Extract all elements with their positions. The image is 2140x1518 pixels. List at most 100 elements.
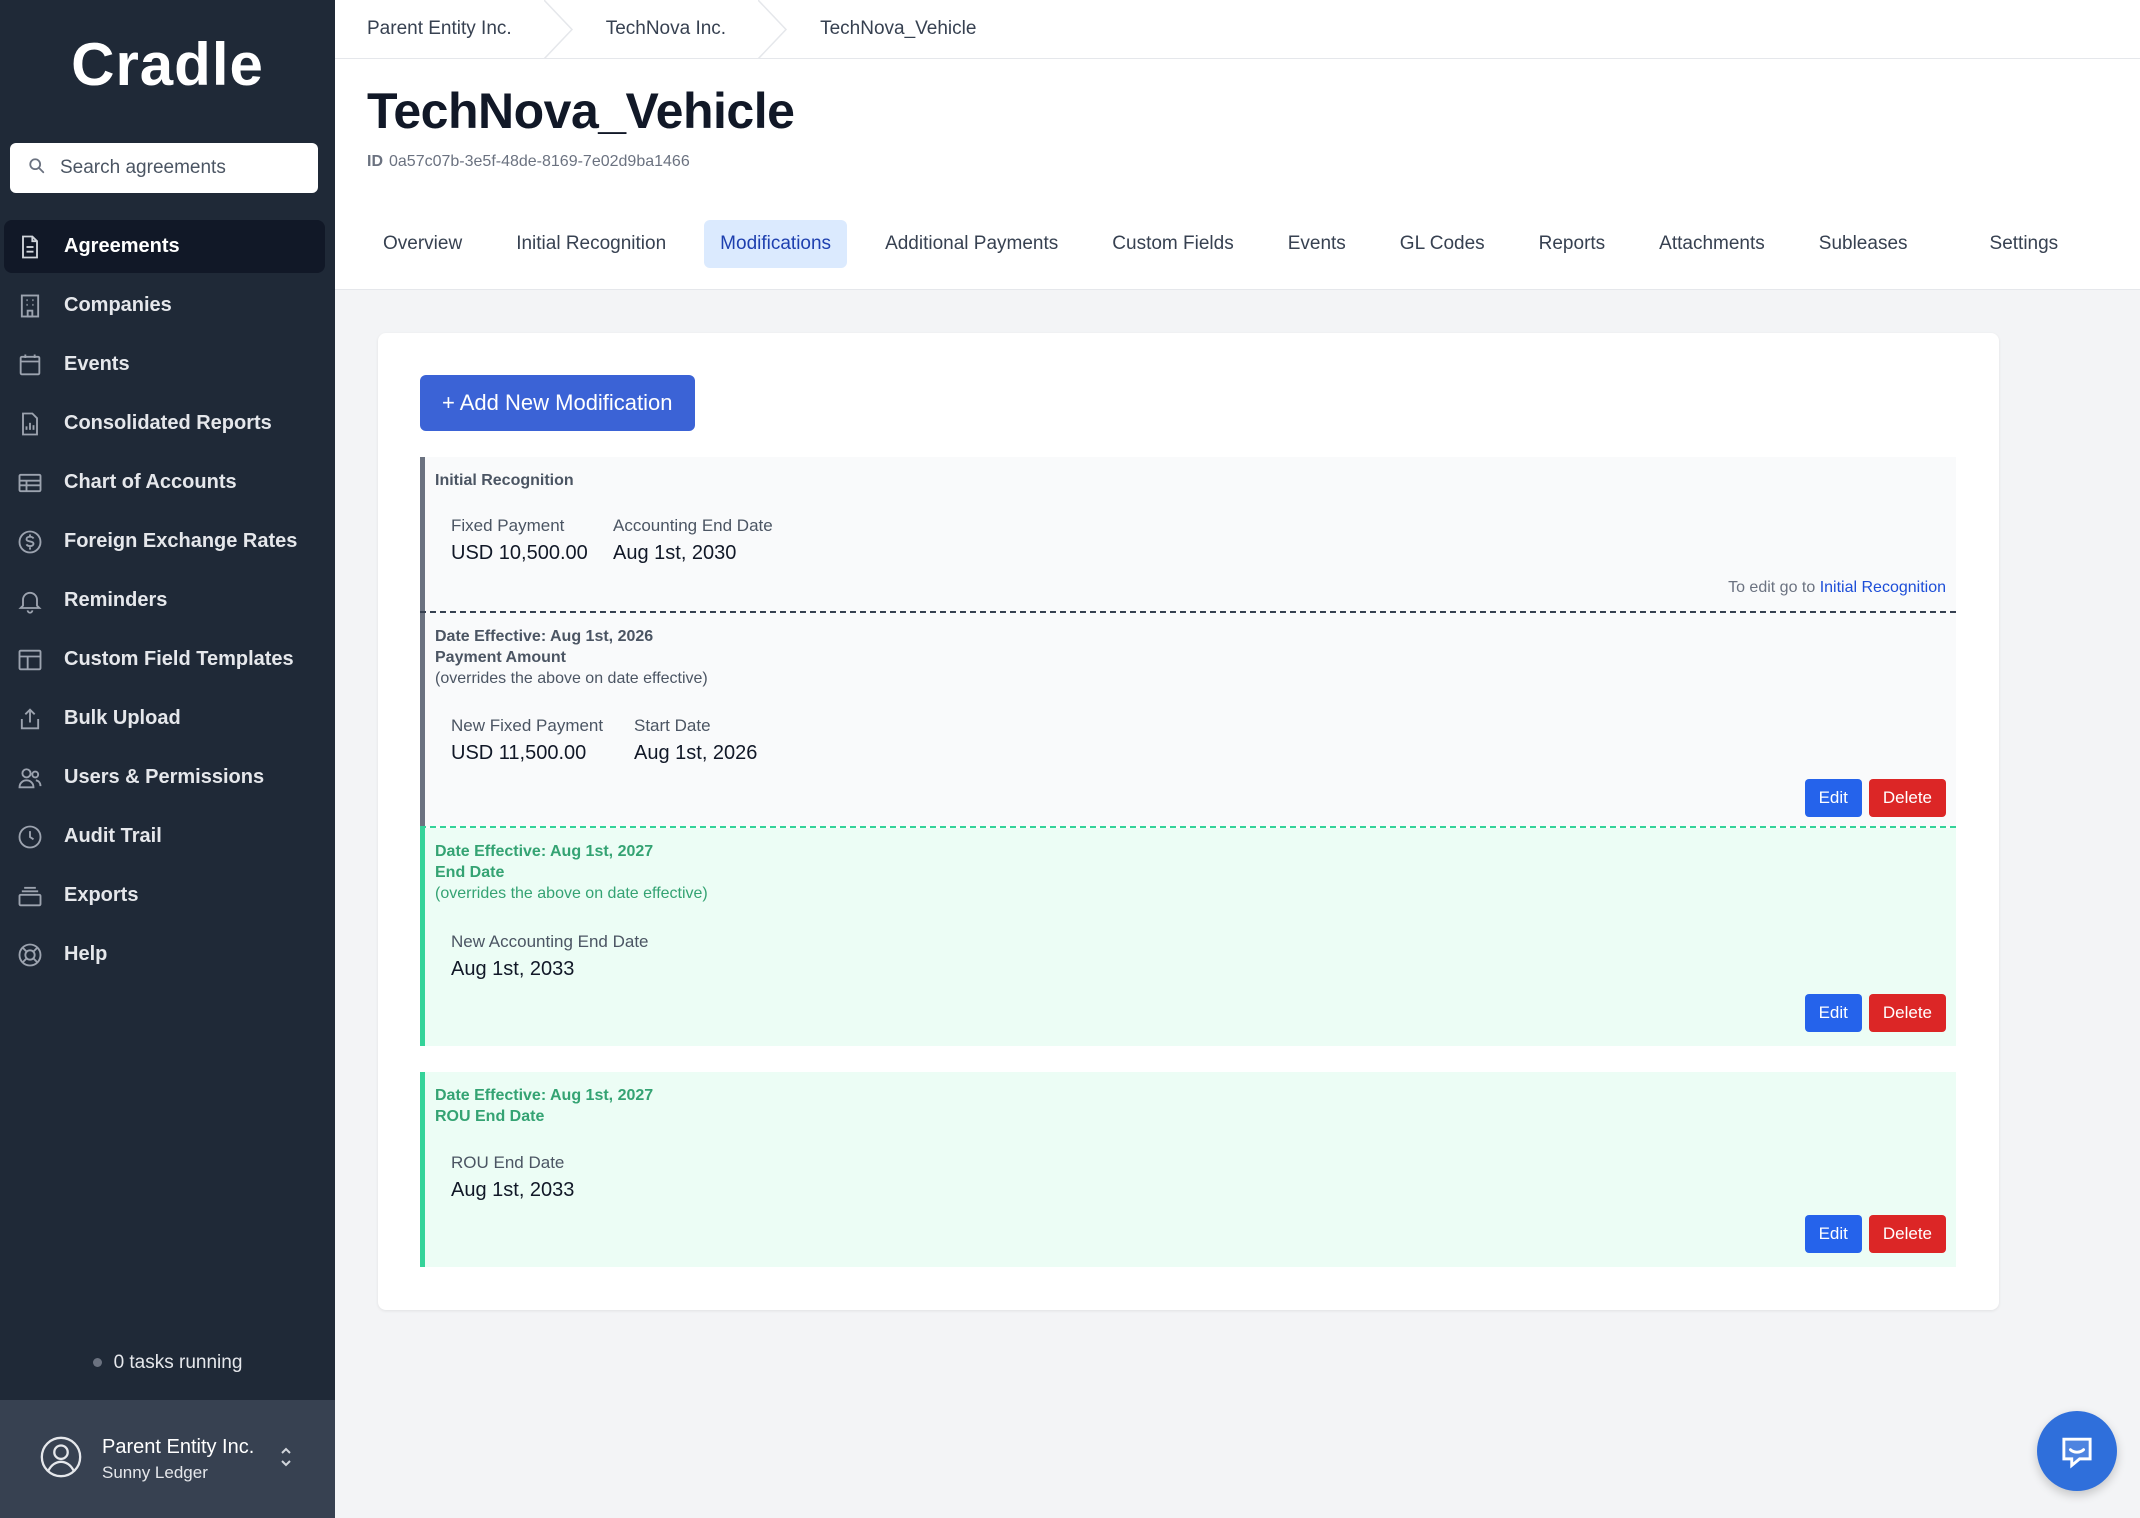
modification-type: Payment Amount [435, 649, 566, 666]
calendar-icon [19, 354, 41, 375]
breadcrumb-item[interactable]: Parent Entity Inc. [335, 0, 544, 59]
add-modification-button[interactable]: + Add New Modification [420, 375, 695, 431]
initial-recognition-link[interactable]: Initial Recognition [1820, 579, 1946, 596]
report-icon [22, 412, 38, 435]
agreement-id: ID 0a57c07b-3e5f-48de-8169-7e02d9ba1466 [367, 153, 690, 171]
sidebar-item-label: Consolidated Reports [64, 412, 272, 434]
user-info: Parent Entity Inc. Sunny Ledger [102, 1436, 254, 1483]
sidebar-item-label: Users & Permissions [64, 766, 265, 788]
sidebar-item-agreements[interactable]: Agreements [4, 220, 325, 273]
tab-additional-payments[interactable]: Additional Payments [869, 220, 1074, 268]
modification-type: End Date [435, 864, 505, 881]
sidebar-item-exports[interactable]: Exports [4, 869, 325, 922]
sidebar-item-label: Custom Field Templates [64, 648, 294, 670]
breadcrumb-separator-icon [758, 0, 788, 59]
note-text: To edit go to [1728, 579, 1816, 596]
row-actions: Edit Delete [1804, 994, 1946, 1032]
id-value: 0a57c07b-3e5f-48de-8169-7e02d9ba1466 [389, 153, 690, 170]
field-label: Accounting End Date [613, 516, 773, 535]
tab-initial-recognition[interactable]: Initial Recognition [500, 220, 682, 268]
override-note: (overrides the above on date effective) [435, 885, 708, 902]
edit-note: To edit go to Initial Recognition [1728, 579, 1946, 597]
tab-gl-codes[interactable]: GL Codes [1384, 220, 1501, 268]
field-value: Aug 1st, 2033 [451, 958, 575, 980]
sidebar-item-label: Bulk Upload [64, 707, 181, 729]
tab-subleases[interactable]: Subleases [1803, 220, 1924, 268]
search-input[interactable] [60, 157, 300, 179]
user-switcher[interactable]: Parent Entity Inc. Sunny Ledger [0, 1400, 335, 1518]
edit-button[interactable]: Edit [1804, 779, 1862, 817]
tab-reports[interactable]: Reports [1523, 220, 1622, 268]
tab-modifications[interactable]: Modifications [704, 220, 848, 268]
sidebar-item-events[interactable]: Events [4, 338, 325, 391]
field-new-accounting-end-date: New Accounting End Date Aug 1st, 2033 [451, 932, 649, 981]
sidebar-item-bulk-upload[interactable]: Bulk Upload [4, 692, 325, 745]
lifebuoy-icon [18, 943, 42, 966]
field-value: Aug 1st, 2030 [613, 542, 737, 564]
sidebar-item-label: Reminders [64, 589, 168, 611]
modification-block: Date Effective: Aug 1st, 2026 Payment Am… [420, 613, 1956, 827]
search-icon [28, 157, 46, 180]
tab-custom-fields[interactable]: Custom Fields [1096, 220, 1249, 268]
block-heading: Date Effective: Aug 1st, 2027 ROU End Da… [435, 1085, 653, 1127]
field-rou-end-date: ROU End Date Aug 1st, 2033 [451, 1153, 574, 1202]
edit-button[interactable]: Edit [1804, 1215, 1862, 1253]
block-heading: Date Effective: Aug 1st, 2027 End Date (… [435, 841, 708, 904]
app-logo[interactable]: Cradle [0, 30, 335, 99]
breadcrumb-item-current[interactable]: TechNova_Vehicle [788, 0, 1008, 59]
sidebar-item-chart-of-accounts[interactable]: Chart of Accounts [4, 456, 325, 509]
block-heading: Date Effective: Aug 1st, 2026 Payment Am… [435, 626, 708, 689]
field-new-fixed-payment: New Fixed Payment USD 11,500.00 [451, 716, 603, 765]
sidebar-item-foreign-exchange-rates[interactable]: Foreign Exchange Rates [4, 515, 325, 568]
initial-recognition-block: Initial Recognition Fixed Payment USD 10… [420, 457, 1956, 612]
sidebar-item-companies[interactable]: Companies [4, 279, 325, 332]
tasks-label: 0 tasks running [113, 1352, 243, 1373]
date-effective: Date Effective: Aug 1st, 2026 [435, 628, 654, 645]
sidebar-item-users-permissions[interactable]: Users & Permissions [4, 751, 325, 804]
field-start-date: Start Date Aug 1st, 2026 [634, 716, 757, 765]
field-value: USD 10,500.00 [451, 542, 588, 564]
field-label: New Fixed Payment [451, 716, 604, 735]
date-effective: Date Effective: Aug 1st, 2027 [435, 843, 654, 860]
modification-block: Date Effective: Aug 1st, 2027 ROU End Da… [420, 1072, 1956, 1267]
field-label: Fixed Payment [451, 516, 565, 535]
sidebar-item-label: Audit Trail [64, 825, 162, 847]
block-heading: Initial Recognition [435, 470, 574, 491]
field-accounting-end-date: Accounting End Date Aug 1st, 2030 [613, 516, 773, 565]
delete-button[interactable]: Delete [1868, 1215, 1946, 1253]
breadcrumb-separator-icon [543, 0, 573, 59]
row-actions: Edit Delete [1804, 1215, 1946, 1253]
sidebar-item-label: Help [64, 943, 108, 965]
field-label: New Accounting End Date [451, 932, 649, 951]
modifications-card: + Add New Modification Initial Recogniti… [378, 333, 1999, 1310]
tab-events[interactable]: Events [1272, 220, 1362, 268]
sidebar-item-consolidated-reports[interactable]: Consolidated Reports [4, 397, 325, 450]
delete-button[interactable]: Delete [1868, 994, 1946, 1032]
search-box[interactable] [10, 143, 318, 193]
sidebar-item-label: Companies [64, 294, 172, 316]
chat-support-button[interactable] [2037, 1411, 2117, 1491]
user-org: Parent Entity Inc. [102, 1435, 255, 1458]
sidebar-item-audit-trail[interactable]: Audit Trail [4, 810, 325, 863]
page-title: TechNova_Vehicle [367, 83, 795, 139]
avatar [38, 1434, 84, 1485]
breadcrumb-item[interactable]: TechNova Inc. [574, 0, 758, 59]
page-header: Parent Entity Inc. TechNova Inc. TechNov… [335, 0, 2140, 290]
chevron-up-down-icon[interactable] [278, 1444, 294, 1475]
table-icon [18, 473, 42, 492]
tab-overview[interactable]: Overview [367, 220, 478, 268]
id-label: ID [367, 153, 383, 170]
sidebar-item-label: Events [64, 353, 130, 375]
edit-button[interactable]: Edit [1804, 994, 1862, 1032]
stack-icon [18, 886, 42, 906]
upload-icon [20, 707, 40, 729]
tab-settings[interactable]: Settings [1974, 220, 2075, 268]
sidebar-item-custom-field-templates[interactable]: Custom Field Templates [4, 633, 325, 686]
modification-block: Date Effective: Aug 1st, 2027 End Date (… [420, 828, 1956, 1046]
sidebar: Cradle Agreements Companies Events Conso… [0, 0, 335, 1518]
sidebar-item-reminders[interactable]: Reminders [4, 574, 325, 627]
sidebar-item-help[interactable]: Help [4, 928, 325, 981]
delete-button[interactable]: Delete [1868, 779, 1946, 817]
tab-attachments[interactable]: Attachments [1643, 220, 1781, 268]
chat-bubble-icon [2062, 1437, 2092, 1469]
